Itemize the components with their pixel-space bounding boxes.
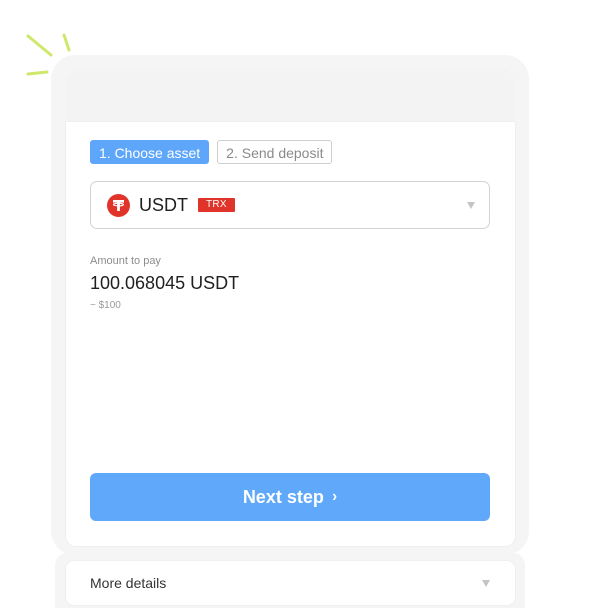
next-step-label: Next step <box>242 486 324 507</box>
tether-icon <box>107 193 130 217</box>
step-indicator: 1. Choose asset 2. Send deposit <box>90 140 333 164</box>
payment-widget-page: 1. Choose asset 2. Send deposit USDT TRX… <box>0 0 612 608</box>
next-step-button[interactable]: Next step › <box>90 473 490 521</box>
step-choose-asset[interactable]: 1. Choose asset <box>90 140 210 164</box>
asset-select[interactable]: USDT TRX <box>90 181 490 229</box>
caret-down-icon <box>467 202 475 209</box>
amount-label: Amount to pay <box>90 255 161 267</box>
tether-glyph-icon <box>112 199 125 211</box>
step-send-deposit[interactable]: 2. Send deposit <box>217 140 333 164</box>
chevron-right-icon: › <box>332 488 337 505</box>
asset-name: USDT <box>139 194 188 215</box>
amount-value: 100.068045 USDT <box>90 273 240 293</box>
more-details-label: More details <box>90 575 167 591</box>
amount-usd-equivalent: ~ $100 <box>90 300 121 311</box>
widget-header <box>66 68 515 122</box>
caret-down-icon <box>482 580 490 587</box>
more-details-toggle[interactable]: More details <box>66 561 515 605</box>
deposit-card: 1. Choose asset 2. Send deposit USDT TRX… <box>66 122 515 546</box>
network-badge: TRX <box>198 198 235 212</box>
